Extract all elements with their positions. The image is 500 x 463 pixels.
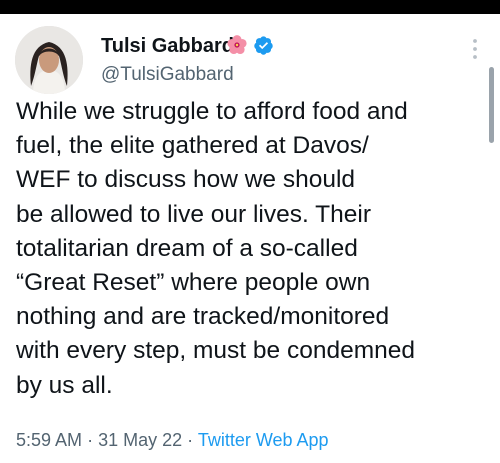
tweet-metadata: 5:59 AM · 31 May 22 · Twitter Web App: [16, 429, 329, 451]
tweet-text: While we struggle to afford food and fue…: [16, 95, 482, 403]
tweet-text-line: be allowed to live our lives. Their: [16, 200, 371, 228]
tweet-text-line: WEF to discuss how we should: [16, 166, 356, 194]
timestamp-time[interactable]: 5:59 AM: [16, 430, 82, 450]
tweet-text-line: with every step, must be condemned: [16, 337, 416, 365]
hibiscus-flower-icon: [226, 34, 248, 56]
tweet-text-line: fuel, the elite gathered at Davos/: [16, 132, 369, 160]
tweet-text-line: nothing and are tracked/monitored: [16, 303, 390, 331]
tweet: Tulsi Gabbard @TulsiGabbard While we str…: [0, 14, 500, 463]
more-options-icon[interactable]: [468, 36, 482, 62]
tweet-text-line: by us all.: [16, 371, 113, 399]
user-handle[interactable]: @TulsiGabbard: [101, 64, 234, 86]
tweet-text-line: totalitarian dream of a so-called: [16, 234, 358, 262]
tweet-text-line: While we struggle to afford food and: [16, 98, 408, 125]
display-name[interactable]: Tulsi Gabbard: [101, 34, 234, 58]
tweet-text-line: “Great Reset” where people own: [16, 269, 371, 297]
separator-dot: ·: [187, 430, 194, 450]
scrollbar[interactable]: [489, 67, 494, 143]
source-app-link[interactable]: Twitter Web App: [198, 430, 329, 450]
verified-badge-icon: [253, 35, 274, 56]
status-bar: [0, 0, 500, 14]
timestamp-date[interactable]: 31 May 22: [98, 430, 182, 450]
separator-dot: ·: [87, 430, 94, 450]
avatar[interactable]: [15, 26, 83, 94]
